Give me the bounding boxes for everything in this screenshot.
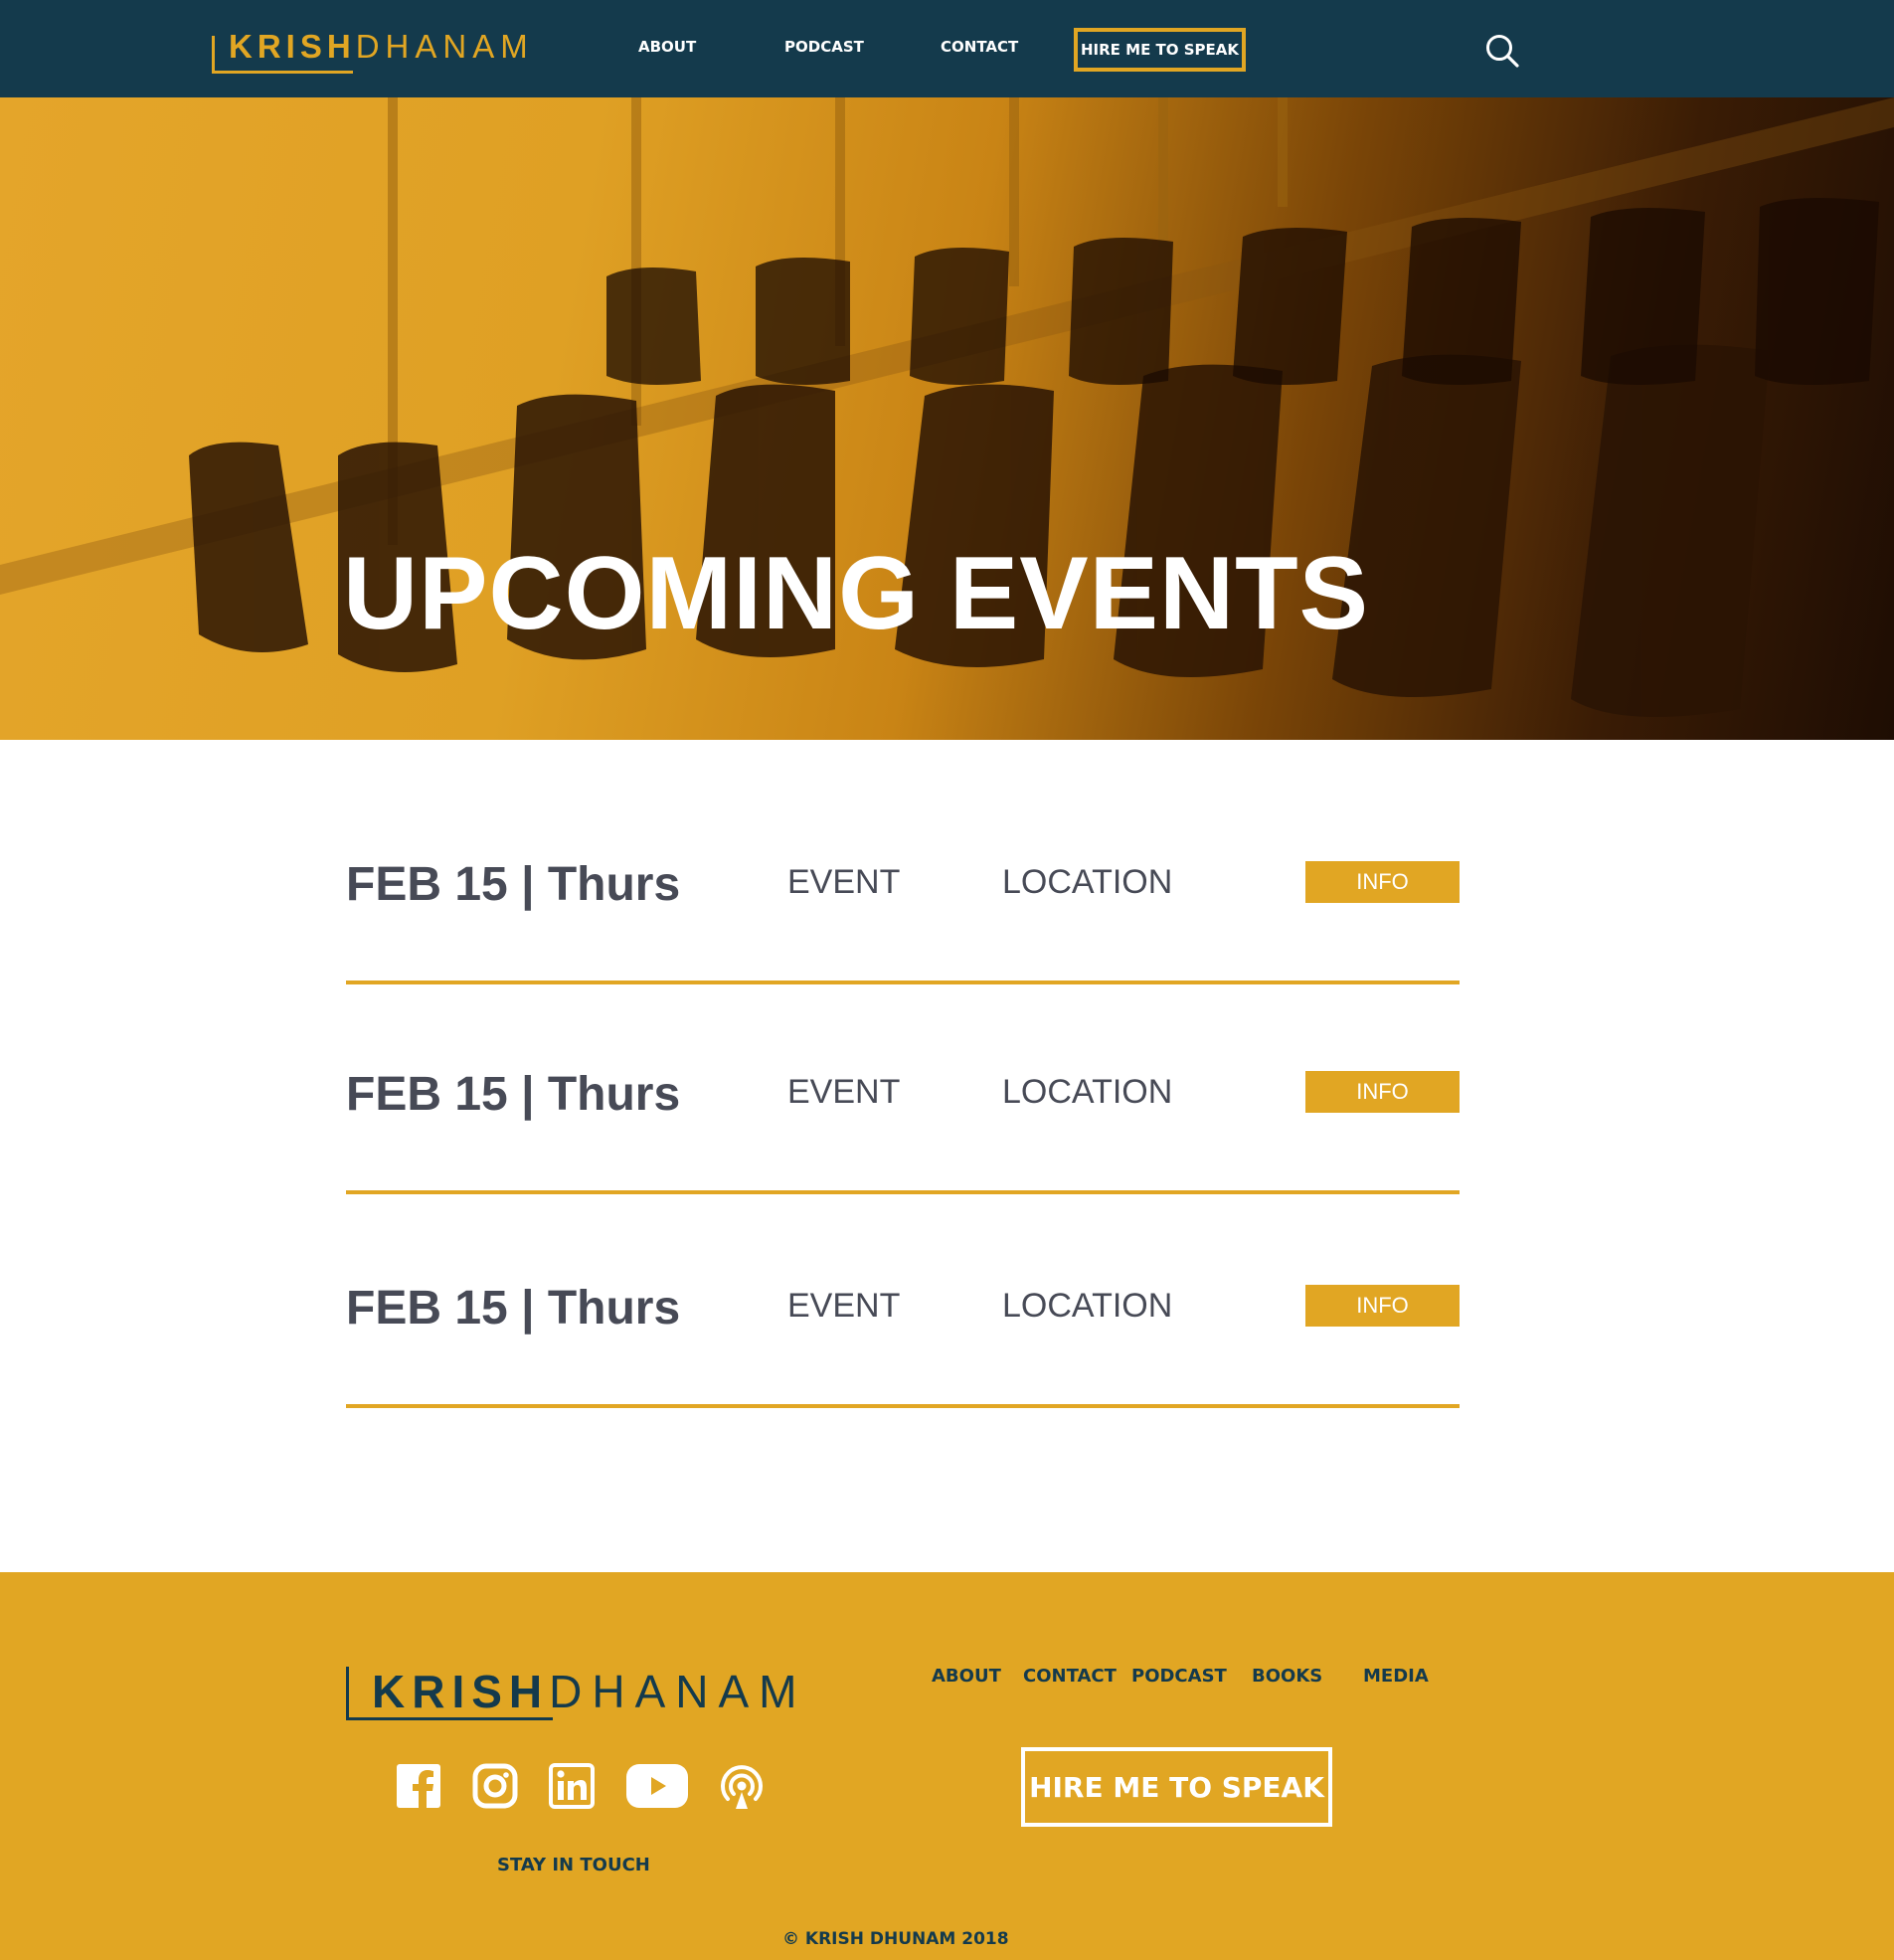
logo-last-name: DHANAM xyxy=(355,28,534,65)
footer-link-media[interactable]: MEDIA xyxy=(1363,1666,1429,1687)
event-divider xyxy=(346,1404,1460,1408)
stay-in-touch-link[interactable]: STAY IN TOUCH xyxy=(497,1855,650,1875)
site-header: KRISH DHANAM ABOUT PODCAST CONTACT HIRE … xyxy=(0,0,1894,97)
nav-about[interactable]: ABOUT xyxy=(638,38,696,56)
event-row: FEB 15 | Thurs EVENT LOCATION INFO xyxy=(346,1067,1460,1230)
nav-podcast[interactable]: PODCAST xyxy=(784,38,864,56)
instagram-icon[interactable] xyxy=(472,1763,518,1809)
event-info-button[interactable]: INFO xyxy=(1305,861,1460,903)
event-info-button[interactable]: INFO xyxy=(1305,1071,1460,1113)
event-date: FEB 15 | Thurs xyxy=(346,1282,681,1335)
event-location: LOCATION xyxy=(1002,1287,1173,1325)
footer-link-about[interactable]: ABOUT xyxy=(932,1666,1001,1687)
footer-link-podcast[interactable]: PODCAST xyxy=(1131,1666,1227,1687)
event-location: LOCATION xyxy=(1002,863,1173,901)
event-date: FEB 15 | Thurs xyxy=(346,858,681,911)
event-row: FEB 15 | Thurs EVENT LOCATION INFO xyxy=(346,857,1460,1020)
logo-bracket xyxy=(346,1667,553,1720)
facebook-icon[interactable] xyxy=(396,1763,441,1809)
footer-logo[interactable]: KRISH DHANAM xyxy=(346,1665,806,1720)
search-icon[interactable] xyxy=(1484,33,1520,69)
page-title: UPCOMING EVENTS xyxy=(343,536,1369,651)
site-logo[interactable]: KRISH DHANAM xyxy=(212,28,534,74)
youtube-icon[interactable] xyxy=(625,1763,689,1809)
hire-me-button[interactable]: HIRE ME TO SPEAK xyxy=(1074,28,1246,72)
site-footer: KRISH DHANAM ABOUT CONTACT PODCAST BOOKS… xyxy=(0,1572,1894,1960)
event-name: EVENT xyxy=(787,863,901,901)
logo-bracket xyxy=(212,36,353,74)
event-row: FEB 15 | Thurs EVENT LOCATION INFO xyxy=(346,1281,1460,1444)
copyright-text: © KRISH DHUNAM 2018 xyxy=(782,1929,1009,1949)
footer-link-books[interactable]: BOOKS xyxy=(1252,1666,1322,1687)
event-name: EVENT xyxy=(787,1287,901,1325)
linkedin-icon[interactable] xyxy=(549,1763,595,1809)
logo-last-name: DHANAM xyxy=(549,1666,807,1717)
event-info-button[interactable]: INFO xyxy=(1305,1285,1460,1327)
footer-hire-me-button[interactable]: HIRE ME TO SPEAK xyxy=(1021,1747,1332,1827)
podcast-icon[interactable] xyxy=(718,1763,766,1811)
hero-banner: UPCOMING EVENTS xyxy=(0,97,1894,740)
footer-link-contact[interactable]: CONTACT xyxy=(1023,1666,1117,1687)
event-divider xyxy=(346,980,1460,984)
nav-contact[interactable]: CONTACT xyxy=(941,38,1018,56)
event-name: EVENT xyxy=(787,1073,901,1111)
event-date: FEB 15 | Thurs xyxy=(346,1068,681,1121)
event-location: LOCATION xyxy=(1002,1073,1173,1111)
event-divider xyxy=(346,1190,1460,1194)
